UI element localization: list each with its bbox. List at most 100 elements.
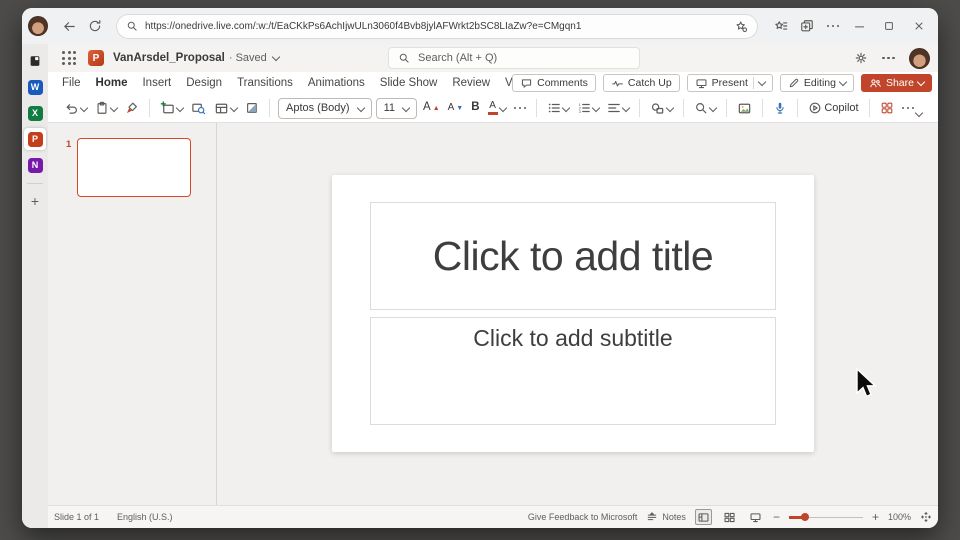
ribbon-toolbar: Aptos (Body) 11 A ▲ A ▼ B A 123 Copilot [48, 94, 938, 123]
browser-profile-avatar[interactable] [28, 16, 48, 36]
search-box[interactable]: Search (Alt + Q) [388, 47, 640, 69]
zoom-slider[interactable] [788, 510, 863, 524]
fit-to-window-button[interactable] [920, 511, 932, 523]
share-button[interactable]: Share [860, 74, 932, 92]
sidebar-toggle-button[interactable] [24, 50, 46, 72]
subtitle-placeholder[interactable]: Click to add subtitle [370, 317, 776, 425]
powerpoint-logo[interactable]: P [88, 50, 104, 66]
align-button[interactable] [605, 99, 631, 117]
designer-button[interactable] [243, 99, 261, 117]
tab-review[interactable]: Review [452, 77, 490, 89]
tab-insert[interactable]: Insert [142, 77, 171, 89]
tab-design[interactable]: Design [186, 77, 222, 89]
add-app-button[interactable]: + [24, 190, 46, 212]
favorites-button[interactable] [768, 13, 794, 39]
settings-gear-icon[interactable] [854, 51, 868, 65]
present-button[interactable]: Present [686, 74, 773, 92]
pictures-button[interactable] [735, 99, 754, 118]
find-button[interactable] [692, 99, 718, 117]
zoom-slider-handle[interactable] [800, 513, 809, 521]
zoom-level[interactable]: 100% [888, 512, 911, 522]
normal-view-button[interactable] [694, 509, 712, 525]
dictate-button[interactable] [771, 99, 789, 117]
numbering-button[interactable]: 123 [575, 99, 601, 117]
tab-slide-show[interactable]: Slide Show [380, 77, 438, 89]
saved-status[interactable]: · Saved [229, 52, 267, 64]
word-app-button[interactable]: W [24, 76, 46, 98]
font-size-select[interactable]: 11 [375, 97, 418, 119]
slideshow-view-button[interactable] [747, 509, 764, 525]
zoom-in-button[interactable]: + [872, 511, 879, 523]
tab-animations[interactable]: Animations [308, 77, 365, 89]
excel-app-button[interactable]: X [24, 102, 46, 124]
format-painter-button[interactable] [123, 99, 141, 117]
more-font-options-button[interactable] [512, 105, 529, 112]
maximize-icon [885, 22, 893, 30]
catch-up-button[interactable]: Catch Up [602, 74, 680, 92]
tab-transitions[interactable]: Transitions [237, 77, 293, 89]
mouse-cursor [856, 368, 877, 398]
find-icon [696, 103, 707, 114]
account-avatar[interactable] [909, 47, 930, 69]
feedback-link[interactable]: Give Feedback to Microsoft [528, 512, 638, 522]
bullets-button[interactable] [545, 99, 571, 117]
slide-canvas[interactable]: Click to add title Click to add subtitle [332, 175, 814, 452]
powerpoint-app-button[interactable]: P [24, 128, 46, 150]
bold-button[interactable]: B [469, 100, 481, 116]
slide-sorter-view-button[interactable] [721, 509, 738, 525]
chevron-down-icon [109, 103, 119, 113]
header-more-button[interactable] [882, 56, 895, 60]
browser-settings-button[interactable] [820, 13, 846, 39]
grow-font-button[interactable]: A ▲ [421, 100, 442, 116]
language-status[interactable]: English (U.S.) [117, 512, 173, 522]
title-placeholder[interactable]: Click to add title [370, 202, 776, 310]
format-painter-icon [126, 102, 137, 114]
collections-icon [801, 20, 813, 32]
align-text-icon [608, 103, 621, 113]
layout-button[interactable] [212, 99, 239, 118]
add-favorite-icon[interactable] [735, 20, 748, 33]
new-slide-icon [160, 100, 174, 113]
minimize-button[interactable] [846, 13, 872, 39]
address-bar[interactable]: https://onedrive.live.com/:w:/t/EaCKkPs6… [116, 13, 758, 39]
font-color-button[interactable]: A [486, 99, 508, 117]
app-launcher-button[interactable] [62, 51, 76, 65]
search-icon [127, 21, 137, 31]
chevron-down-icon[interactable] [271, 52, 281, 62]
font-name-select[interactable]: Aptos (Body) [278, 97, 372, 119]
collections-button[interactable] [794, 13, 820, 39]
slide-thumbnail[interactable] [77, 138, 191, 197]
shrink-font-button[interactable]: A ▼ [446, 101, 466, 115]
close-button[interactable] [906, 13, 932, 39]
back-button[interactable] [56, 13, 82, 39]
tab-file[interactable]: File [62, 77, 81, 89]
designer-grid-icon [881, 102, 892, 114]
designer-pane-button[interactable] [878, 99, 896, 117]
tab-home[interactable]: Home [96, 77, 128, 89]
onenote-app-button[interactable]: N [24, 154, 46, 176]
document-title[interactable]: VanArsdel_Proposal [113, 52, 225, 64]
collapse-ribbon-button[interactable] [914, 103, 924, 121]
slide-count[interactable]: Slide 1 of 1 [54, 512, 99, 522]
microphone-icon [776, 102, 784, 114]
notes-toggle[interactable]: Notes [646, 511, 686, 523]
search-icon [399, 53, 409, 63]
editing-mode-button[interactable]: Editing [779, 74, 854, 92]
maximize-button[interactable] [876, 13, 902, 39]
comments-button[interactable]: Comments [512, 74, 596, 92]
undo-button[interactable] [62, 99, 89, 118]
bullets-icon [549, 103, 561, 113]
paste-button[interactable] [93, 99, 119, 117]
undo-icon [66, 103, 77, 114]
new-slide-button[interactable] [158, 99, 185, 118]
ribbon-more-button[interactable] [900, 105, 917, 112]
shapes-button[interactable] [648, 99, 675, 118]
chevron-down-icon [79, 103, 89, 113]
reuse-slides-button[interactable] [189, 99, 208, 118]
copilot-button[interactable]: Copilot [806, 99, 860, 117]
powerpoint-icon: P [27, 131, 43, 147]
workspace: 1 Click to add title Click to add subtit… [48, 123, 938, 505]
zoom-out-button[interactable]: − [773, 511, 780, 523]
refresh-button[interactable] [82, 13, 108, 39]
slideshow-icon [750, 512, 761, 522]
